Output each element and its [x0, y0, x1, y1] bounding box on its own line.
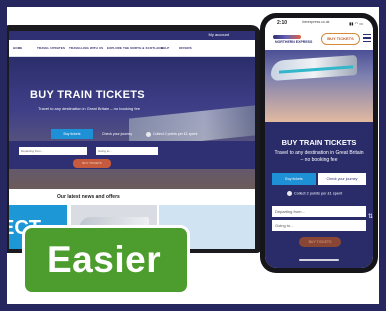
main-nav: HOME TRAVEL UPDATES TRAVELLING WITH US E…: [9, 40, 255, 57]
nav-item-home[interactable]: HOME: [13, 46, 22, 50]
booking-form: [9, 141, 255, 169]
status-bar: 2:10 lnerexpress.co.uk ▮▮ ◠ ▭: [265, 18, 373, 28]
buy-tickets-header-button[interactable]: BUY TICKETS: [321, 33, 360, 45]
hero-subtitle: Travel to any destination in Great Brita…: [38, 106, 140, 111]
going-to-input[interactable]: Going to...: [272, 220, 366, 231]
tab-buy-tickets[interactable]: Buy tickets: [272, 173, 316, 185]
tab-check-journey[interactable]: Check your journey: [97, 129, 137, 139]
nav-item-explore[interactable]: EXPLORE THE NORTH & SCOTLAND: [107, 46, 163, 50]
hero-title: BUY TRAIN TICKETS: [30, 89, 145, 101]
points-icon: [146, 131, 151, 137]
nav-item-help[interactable]: HELP: [161, 46, 169, 50]
signal-icon: ▮▮ ◠ ▭: [349, 21, 363, 26]
hamburger-menu-icon[interactable]: [363, 34, 371, 43]
logo-text: NORTHERN EXPRESS: [275, 40, 313, 44]
booking-panel: BUY TRAIN TICKETS Travel to any destinat…: [265, 122, 373, 268]
site-header: NORTHERN EXPRESS BUY TICKETS: [265, 28, 373, 50]
departing-from-input[interactable]: Departing from...: [19, 147, 87, 155]
hero-title: BUY TRAIN TICKETS: [281, 138, 357, 147]
url-bar[interactable]: lnerexpress.co.uk: [302, 20, 329, 24]
home-indicator: [299, 259, 339, 261]
status-time: 2:10: [277, 20, 288, 26]
tab-check-journey[interactable]: Check your journey: [318, 173, 366, 185]
news-title: Our latest news and offers: [57, 194, 120, 200]
laptop-device: My account HOME TRAVEL UPDATES TRAVELLIN…: [7, 25, 261, 253]
hero-banner: [9, 57, 255, 189]
nav-item-offers[interactable]: OFFERS: [179, 46, 192, 50]
departing-from-input[interactable]: Departing from...: [272, 206, 366, 217]
nav-item-travel-updates[interactable]: TRAVEL UPDATES: [37, 46, 65, 50]
swap-stations-icon[interactable]: ⇅: [368, 213, 373, 220]
logo-mark-icon: [273, 35, 301, 39]
top-bar: My account: [9, 31, 255, 40]
easier-badge: Easier: [22, 225, 190, 295]
buy-tickets-button[interactable]: BUY TICKETS: [299, 237, 341, 247]
tab-buy-tickets[interactable]: Buy tickets: [51, 129, 93, 139]
going-to-input[interactable]: Going to...: [96, 147, 158, 155]
laptop-screen: My account HOME TRAVEL UPDATES TRAVELLIN…: [9, 31, 255, 249]
promo-frame: My account HOME TRAVEL UPDATES TRAVELLIN…: [7, 7, 379, 304]
points-icon: [287, 191, 292, 196]
brand-logo[interactable]: NORTHERN EXPRESS: [273, 35, 312, 45]
points-info: Collect 2 points per £1 spent: [146, 129, 206, 139]
points-info: Collect 2 points per £1 spent: [287, 191, 342, 196]
easier-label: Easier: [47, 239, 162, 280]
points-text: Collect 2 points per £1 spent: [153, 132, 198, 136]
points-text: Collect 2 points per £1 spent: [294, 191, 343, 196]
phone-device: 2:10 lnerexpress.co.uk ▮▮ ◠ ▭ NORTHERN E…: [260, 13, 378, 273]
hero-subtitle: Travel to any destination in Great Brita…: [274, 150, 364, 163]
buy-tickets-button[interactable]: BUY TICKETS: [73, 159, 111, 168]
phone-screen: 2:10 lnerexpress.co.uk ▮▮ ◠ ▭ NORTHERN E…: [265, 18, 373, 268]
account-link[interactable]: My account: [209, 32, 229, 37]
nav-item-travelling-with-us[interactable]: TRAVELLING WITH US: [69, 46, 103, 50]
